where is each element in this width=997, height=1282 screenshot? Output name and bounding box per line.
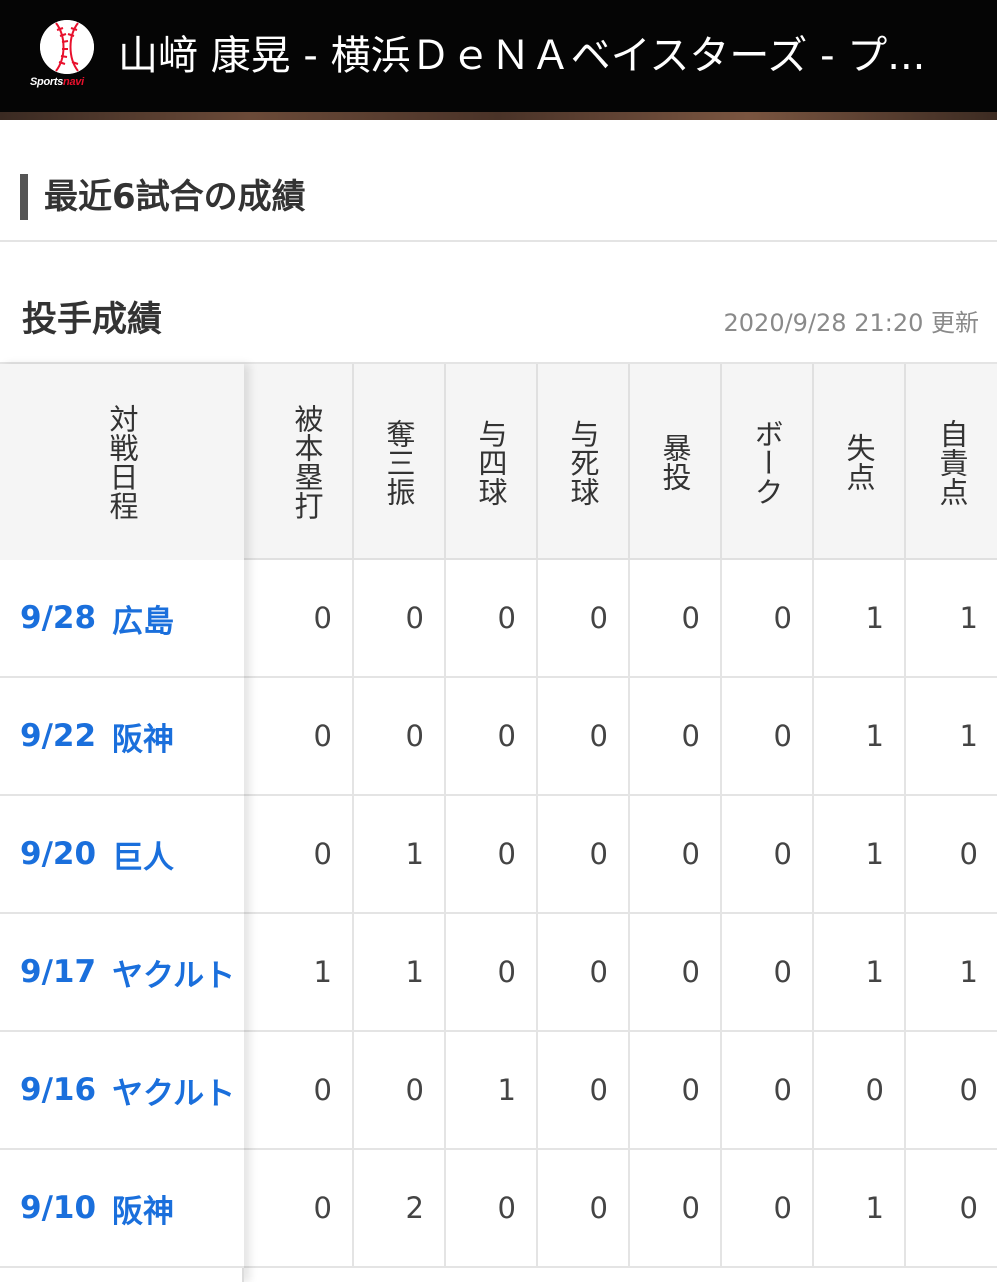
game-link[interactable]: 9/28 広島 xyxy=(0,560,244,676)
stat-cell: 0 xyxy=(538,914,630,1030)
game-date: 9/28 xyxy=(20,600,97,636)
col-header-hit-by-pitch: 与死球 xyxy=(538,364,630,560)
stat-cell: 0 xyxy=(722,678,814,794)
stat-cell: 0 xyxy=(262,1150,354,1266)
stat-cell: 0 xyxy=(538,1150,630,1266)
col-header-wild-pitches: 暴投 xyxy=(630,364,722,560)
stat-cell: 0 xyxy=(538,1032,630,1148)
opponent-name: 巨人 xyxy=(112,839,175,876)
baseball-icon xyxy=(40,20,94,74)
stat-cell: 0 xyxy=(630,1150,722,1266)
game-date: 9/17 xyxy=(20,954,97,990)
section-accent-bar xyxy=(20,174,28,220)
stat-cell: 0 xyxy=(722,914,814,1030)
row-divider xyxy=(0,1266,244,1268)
col-header-walks: 与四球 xyxy=(446,364,538,560)
sportsnavi-logo[interactable]: Sportsnavi xyxy=(30,20,106,96)
stat-cell: 0 xyxy=(814,1032,906,1148)
col-header-balks: ボーク xyxy=(722,364,814,560)
stat-cell: 0 xyxy=(630,560,722,676)
stat-cell: 1 xyxy=(959,719,978,753)
stat-cell: 0 xyxy=(959,1191,978,1225)
stat-cell: 0 xyxy=(354,560,446,676)
opponent-name: ヤクルト xyxy=(112,1075,236,1112)
stat-cell: 0 xyxy=(262,678,354,794)
game-link[interactable]: 9/20 巨人 xyxy=(0,796,244,912)
header-banner-strip xyxy=(0,112,997,120)
pitching-stats-table[interactable]: 被本塁打 奪三振 与四球 与死球 暴投 ボーク 失点 自責点 000000110… xyxy=(0,362,997,1282)
stat-cell: 1 xyxy=(262,914,354,1030)
game-date: 9/22 xyxy=(20,718,97,754)
stat-cell: 1 xyxy=(959,955,978,989)
logo-wordmark: Sportsnavi xyxy=(30,76,84,88)
game-date: 9/20 xyxy=(20,836,97,872)
stat-cell: 0 xyxy=(630,796,722,912)
opponent-name: 広島 xyxy=(112,603,175,640)
stat-cell: 0 xyxy=(959,1073,978,1107)
stat-cell: 0 xyxy=(630,1032,722,1148)
stat-cell: 0 xyxy=(630,914,722,1030)
stat-cell: 1 xyxy=(959,601,978,635)
stat-cell: 1 xyxy=(814,560,906,676)
page-title: 山﨑 康晃 - 横浜ＤｅＮＡベイスターズ - プ... xyxy=(118,33,926,79)
stat-cell: 0 xyxy=(446,914,538,1030)
stat-cell: 0 xyxy=(722,796,814,912)
stat-cell: 0 xyxy=(262,1032,354,1148)
stat-cell: 0 xyxy=(446,560,538,676)
stat-cell: 0 xyxy=(959,837,978,871)
stat-cell: 0 xyxy=(722,560,814,676)
stat-cell: 0 xyxy=(722,1032,814,1148)
stat-cell: 0 xyxy=(538,560,630,676)
stat-cell: 0 xyxy=(354,1032,446,1148)
stat-cell: 2 xyxy=(354,1150,446,1266)
opponent-name: 阪神 xyxy=(112,1193,175,1230)
stat-cell: 1 xyxy=(354,796,446,912)
col-header-runs: 失点 xyxy=(814,364,906,560)
game-link[interactable]: 9/16 ヤクルト xyxy=(0,1032,244,1148)
game-date: 9/10 xyxy=(20,1190,97,1226)
game-date: 9/16 xyxy=(20,1072,97,1108)
col-header-strikeouts: 奪三振 xyxy=(354,364,446,560)
stat-cell: 1 xyxy=(446,1032,538,1148)
stat-cell: 0 xyxy=(630,678,722,794)
fixed-schedule-column: 対戦日程 9/28 広島 9/22 阪神 9/20 巨人 9/17 ヤクルト 9/16 ヤクルト 9… xyxy=(0,364,244,1282)
stat-cell: 1 xyxy=(814,796,906,912)
stat-cell: 0 xyxy=(446,678,538,794)
game-link[interactable]: 9/17 ヤクルト xyxy=(0,914,244,1030)
stat-cell: 0 xyxy=(446,796,538,912)
stat-cell: 0 xyxy=(538,678,630,794)
section-header: 最近6試合の成績 xyxy=(0,120,997,242)
section-title: 最近6試合の成績 xyxy=(44,177,306,217)
stat-cell: 0 xyxy=(538,796,630,912)
stat-cell: 1 xyxy=(814,914,906,1030)
stat-cell: 0 xyxy=(262,796,354,912)
pitching-stats-title: 投手成績 xyxy=(22,300,163,340)
opponent-name: ヤクルト xyxy=(112,957,236,994)
col-header-earned-runs: 自責点 xyxy=(935,418,969,506)
stat-cell: 0 xyxy=(446,1150,538,1266)
stat-cell: 0 xyxy=(262,560,354,676)
stat-cell: 1 xyxy=(354,914,446,1030)
col-header-home-runs: 被本塁打 xyxy=(262,364,354,560)
opponent-name: 阪神 xyxy=(112,721,175,758)
stat-cell: 0 xyxy=(354,678,446,794)
col-header-schedule: 対戦日程 xyxy=(0,364,244,560)
game-link[interactable]: 9/22 阪神 xyxy=(0,678,244,794)
stat-cell: 1 xyxy=(814,1150,906,1266)
stat-cell: 1 xyxy=(814,678,906,794)
game-link[interactable]: 9/10 阪神 xyxy=(0,1150,244,1266)
updated-timestamp: 2020/9/28 21:20 更新 xyxy=(723,309,979,337)
stat-cell: 0 xyxy=(722,1150,814,1266)
app-header: Sportsnavi 山﨑 康晃 - 横浜ＤｅＮＡベイスターズ - プ... xyxy=(0,0,997,112)
